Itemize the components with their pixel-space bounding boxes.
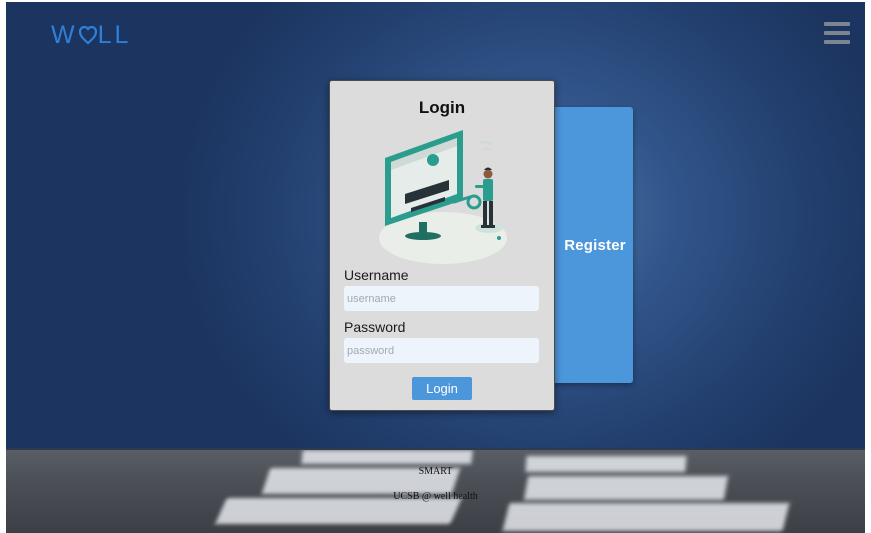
logo-text-left: W [51,20,78,49]
footer-smart: SMART [418,466,453,477]
register-label: Register [564,237,626,254]
login-card: Login Username username Password Login [329,80,555,411]
hamburger-menu-icon[interactable] [824,22,850,44]
login-page: W LL Register Login Username username Pa… [6,2,865,533]
register-panel[interactable]: Register [548,107,633,383]
login-title: Login [418,98,466,117]
heart-icon [78,25,97,45]
wall-floor-edge [6,448,865,450]
username-input[interactable] [344,286,539,311]
password-label: Password [344,319,406,335]
password-input[interactable] [344,338,539,363]
well-logo[interactable]: W LL [51,20,131,50]
logo-text-right: LL [97,20,132,49]
login-button[interactable]: Login [412,377,472,400]
login-key-illustration [379,130,507,264]
footer-credit: UCSB @ well health [393,491,478,502]
username-label: Username [344,267,409,283]
